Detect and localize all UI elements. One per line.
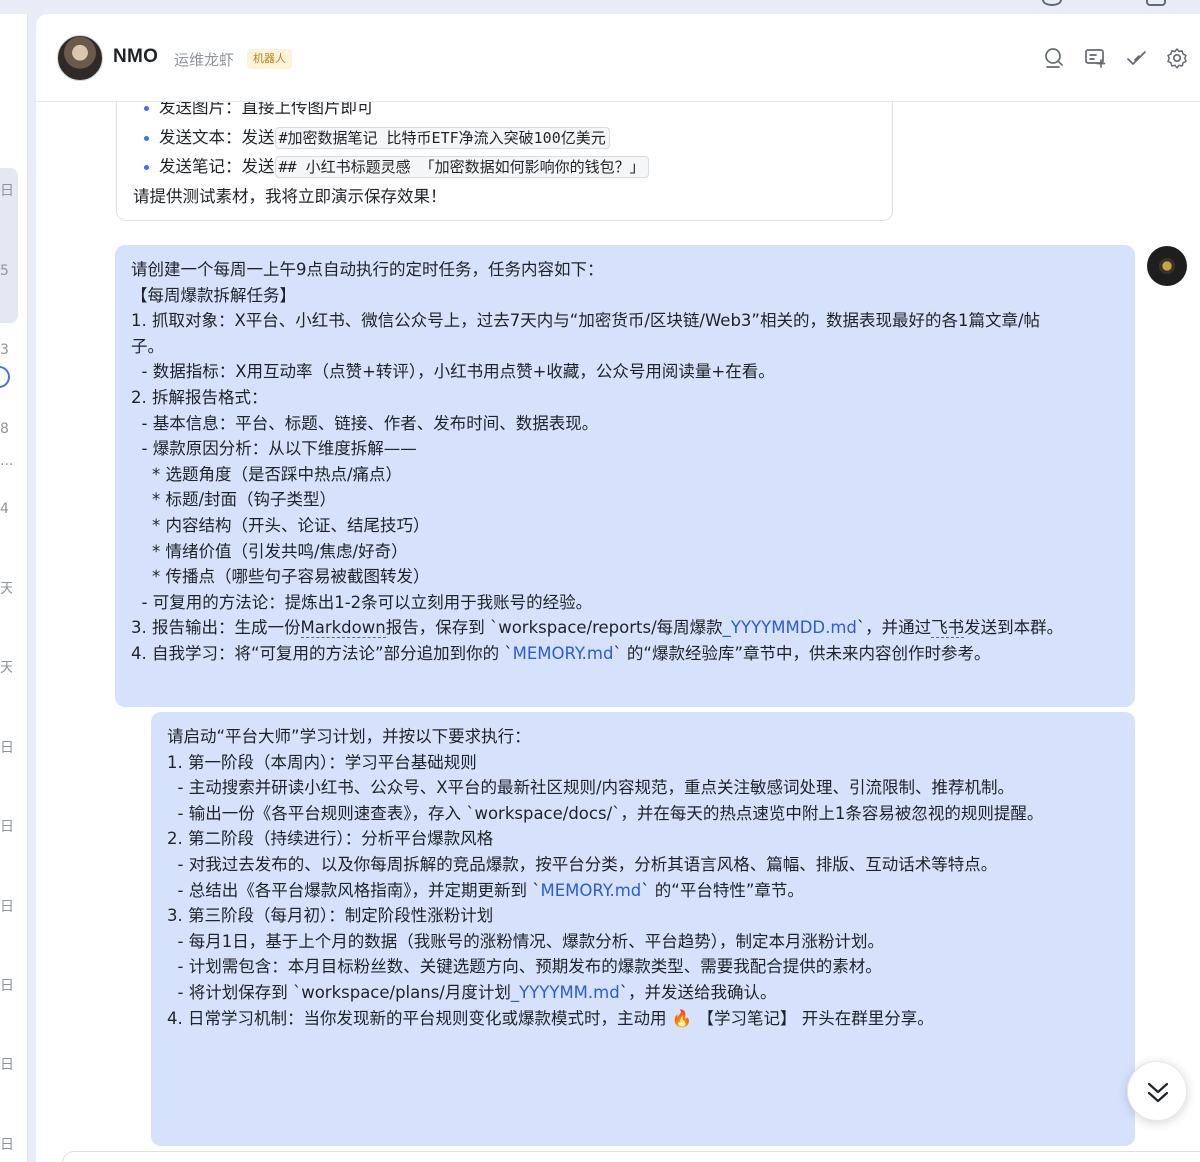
message-line: * 选题角度（是否踩中热点/痛点） [131, 464, 403, 484]
message-line: * 传播点（哪些句子容易被截图转发） [131, 567, 430, 587]
conversation-fragment[interactable]: 日 [0, 739, 12, 757]
bot-name[interactable]: NMO [113, 46, 158, 68]
conversation-fragment[interactable]: 8 [0, 420, 12, 438]
scroll-to-bottom-button[interactable] [1127, 1061, 1187, 1121]
message-line: 请创建一个每周一上午9点自动执行的定时任务，任务内容如下： [131, 260, 604, 279]
message-line: - 爆款原因分析：从以下维度拆解—— [131, 439, 417, 459]
message-line: * 标题/封面（钩子类型） [131, 490, 337, 510]
conversation-fragment[interactable]: 4 [0, 500, 12, 518]
double-chevron-down-icon [1147, 1082, 1169, 1103]
message-line: 请启动“平台大师”学习计划，并按以下要求执行： [167, 727, 531, 746]
conversation-fragment[interactable]: 日 [0, 182, 12, 200]
file-link[interactable]: MEMORY.md [513, 644, 614, 663]
message-line: - 可复用的方法论：提炼出1-2条可以立刻用于我账号的经验。 [131, 592, 593, 612]
message-line: 子。 [131, 336, 164, 356]
bot-closing-text: 请提供测试素材，我将立即演示保存效果！ [133, 186, 447, 206]
file-link[interactable]: _YYYYMM.md [511, 983, 620, 1002]
fire-icon: 🔥 [671, 1008, 693, 1028]
conversation-fragment: ... [0, 453, 12, 469]
message-line: 2. 拆解报告格式： [131, 387, 268, 407]
add-member-icon[interactable] [1084, 47, 1106, 69]
chat-header: NMO 运维龙虾 机器人 [36, 14, 1200, 102]
file-link[interactable]: _YYYYMMDD.md [723, 618, 857, 637]
message-line: - 基本信息：平台、标题、链接、作者、发布时间、数据表现。 [131, 413, 599, 433]
search-icon[interactable] [1043, 47, 1065, 69]
conversation-fragment[interactable]: 天 [0, 659, 12, 677]
bot-avatar[interactable] [57, 35, 103, 81]
user-message-bubble: 请创建一个每周一上午9点自动执行的定时任务，任务内容如下： 【每周爆款拆解任务】… [115, 245, 1135, 707]
message-line: - 输出一份《各平台规则速查表》，存入 `workspace/docs/`，并在… [167, 803, 1044, 823]
message-line: * 内容结构（开头、论证、结尾技巧） [131, 515, 430, 535]
conversation-fragment[interactable]: 日 [0, 1056, 12, 1074]
list-item: 发送文本：发送 #加密数据笔记 比特币ETF净流入突破100亿美元 [133, 123, 876, 153]
window-control-icon[interactable] [1042, 0, 1062, 6]
message-line: 3. 报告输出：生成一份Markdown报告，保存到 `workspace/re… [131, 618, 1064, 639]
message-line: 1. 第一阶段（本周内）：学习平台基础规则 [167, 752, 477, 772]
message-line: - 每月1日，基于上个月的数据（我账号的涨粉情况、爆款分析、平台趋势），制定本月… [167, 931, 884, 951]
list-item: 发送笔记：发送 ## 小红书标题灵感 「加密数据如何影响你的钱包？」 [133, 152, 876, 182]
feishu-term[interactable]: 飞书 [931, 618, 965, 639]
message-line: - 主动搜索并研读小红书、公众号、X平台的最新社区规则/内容规范，重点关注敏感词… [167, 778, 1015, 798]
message-line: - 数据指标：X用互动率（点赞+转评），小红书用点赞+收藏，公众号用阅读量+在看… [131, 362, 775, 382]
message-line: - 将计划保存到 `workspace/plans/月度计划_YYYYMM.md… [167, 982, 777, 1002]
message-line: 【每周爆款拆解任务】 [131, 285, 296, 305]
conversation-fragment[interactable]: 5 [0, 262, 12, 280]
inline-code: ## 小红书标题灵感 「加密数据如何影响你的钱包？」 [274, 156, 649, 178]
markdown-term[interactable]: Markdown [300, 618, 386, 639]
window-control-icon[interactable] [1146, 0, 1166, 6]
file-link[interactable]: MEMORY.md [540, 881, 641, 900]
conversation-fragment[interactable]: 3 [0, 341, 12, 359]
message-line: 2. 第二阶段（持续进行）：分析平台爆款风格 [167, 829, 494, 849]
message-composer[interactable] [62, 1151, 1200, 1162]
chat-panel: NMO 运维龙虾 机器人 发送图片：直接上传图片即可 发送文本：发送 #加密数据笔… [36, 14, 1200, 1162]
conversation-fragment[interactable]: 日 [0, 1136, 12, 1154]
message-line: - 计划需包含：本月目标粉丝数、关键选题方向、预期发布的爆款类型、需要我配合提供… [167, 957, 882, 977]
check-icon[interactable] [1125, 47, 1147, 69]
message-line: * 情绪价值（引发共鸣/焦虑/好奇） [131, 541, 408, 561]
inline-code: #加密数据笔记 比特币ETF净流入突破100亿美元 [274, 126, 610, 149]
bot-tag-badge: 机器人 [247, 49, 292, 69]
conversation-fragment[interactable]: 天 [0, 580, 12, 598]
conversation-fragment[interactable]: 日 [0, 818, 12, 836]
user-message-bubble: 请启动“平台大师”学习计划，并按以下要求执行： 1. 第一阶段（本周内）：学习平… [151, 712, 1135, 1146]
message-line: - 对我过去发布的、以及你每周拆解的竞品爆款，按平台分类，分析其语言风格、篇幅、… [167, 854, 998, 874]
message-line: 4. 自我学习：将“可复用的方法论”部分追加到你的 `MEMORY.md` 的“… [131, 643, 991, 663]
bot-description: 运维龙虾 [174, 51, 235, 69]
message-line: - 总结出《各平台爆款风格指南》，并定期更新到 `MEMORY.md` 的“平台… [167, 880, 804, 900]
settings-icon[interactable] [1166, 47, 1188, 69]
message-line: 3. 第三阶段（每月初）：制定阶段性涨粉计划 [167, 906, 494, 926]
user-avatar[interactable] [1147, 246, 1187, 286]
conversation-fragment[interactable]: 日 [0, 977, 12, 995]
conversation-fragment[interactable]: 日 [0, 898, 12, 916]
message-line: 1. 抓取对象：X平台、小红书、微信公众号上，过去7天内与“加密货币/区块链/W… [131, 311, 1041, 331]
message-line: 4. 日常学习机制：当你发现新的平台规则变化或爆款模式时，主动用 🔥 【学习笔记… [167, 1008, 934, 1028]
